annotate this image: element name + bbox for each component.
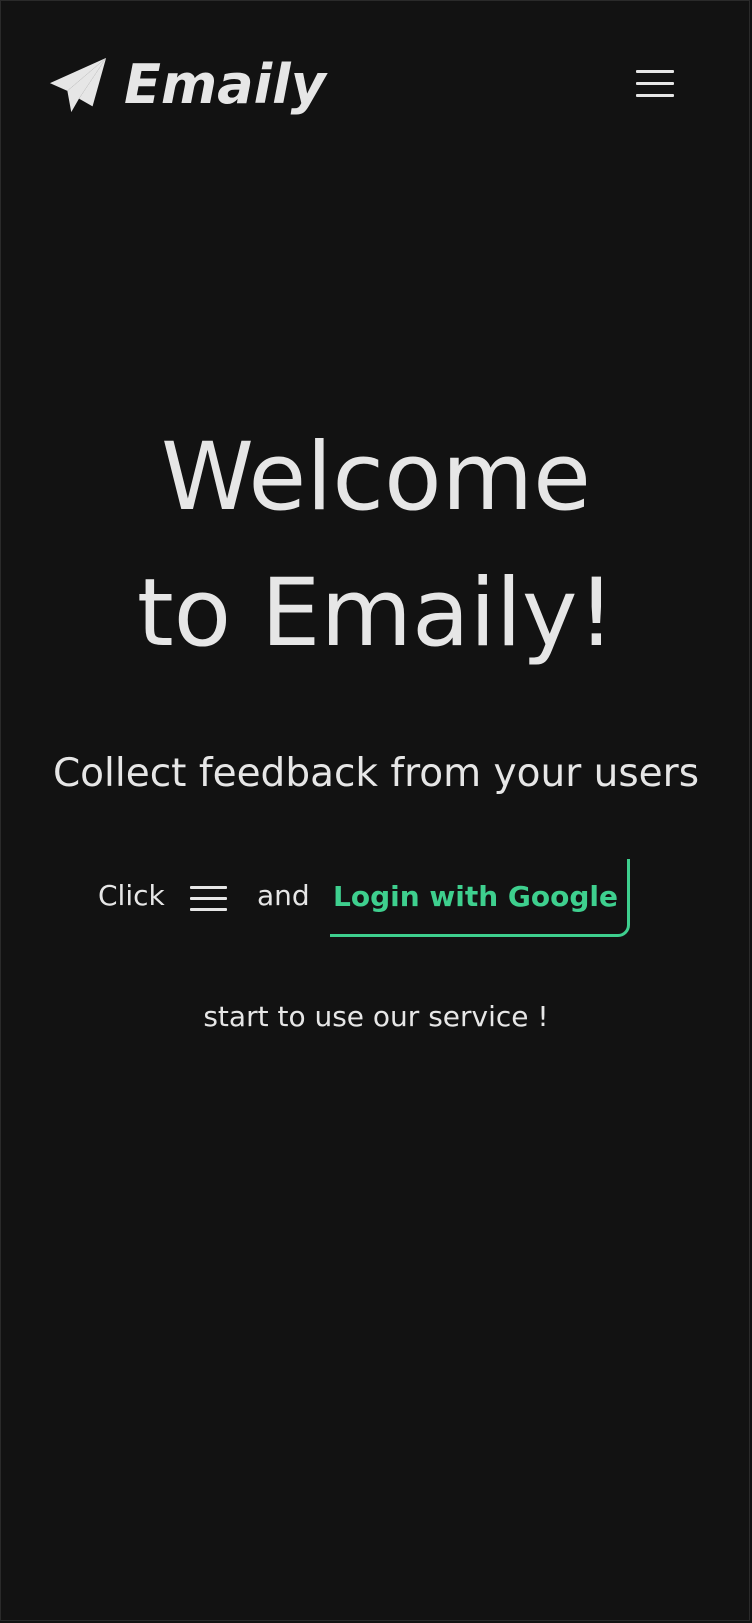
cta-row: Click and Login with Google xyxy=(0,857,752,939)
hamburger-menu-icon xyxy=(190,886,227,912)
paper-plane-icon xyxy=(49,57,107,113)
hero-title-line1: Welcome xyxy=(161,423,591,532)
login-with-google-button[interactable]: Login with Google xyxy=(330,859,630,937)
hero-title: Welcome to Emaily! xyxy=(0,410,752,682)
brand-name: Emaily xyxy=(124,53,326,116)
hamburger-menu-icon-bar xyxy=(636,82,674,85)
hero-subtitle: Collect feedback from your users xyxy=(52,751,700,796)
hamburger-menu-button[interactable] xyxy=(636,70,674,98)
brand-logo-link[interactable]: Emaily xyxy=(48,50,326,120)
cta-tail-text: start to use our service ! xyxy=(203,1000,549,1033)
navbar: Emaily xyxy=(0,0,752,170)
hamburger-menu-icon-bar xyxy=(636,70,674,73)
hero-title-line2: to Emaily! xyxy=(136,559,616,668)
hamburger-menu-icon-bar xyxy=(636,94,674,97)
cta-click-text: Click xyxy=(98,879,165,912)
page-frame xyxy=(0,0,750,1621)
cta-and-text: and xyxy=(257,879,310,912)
